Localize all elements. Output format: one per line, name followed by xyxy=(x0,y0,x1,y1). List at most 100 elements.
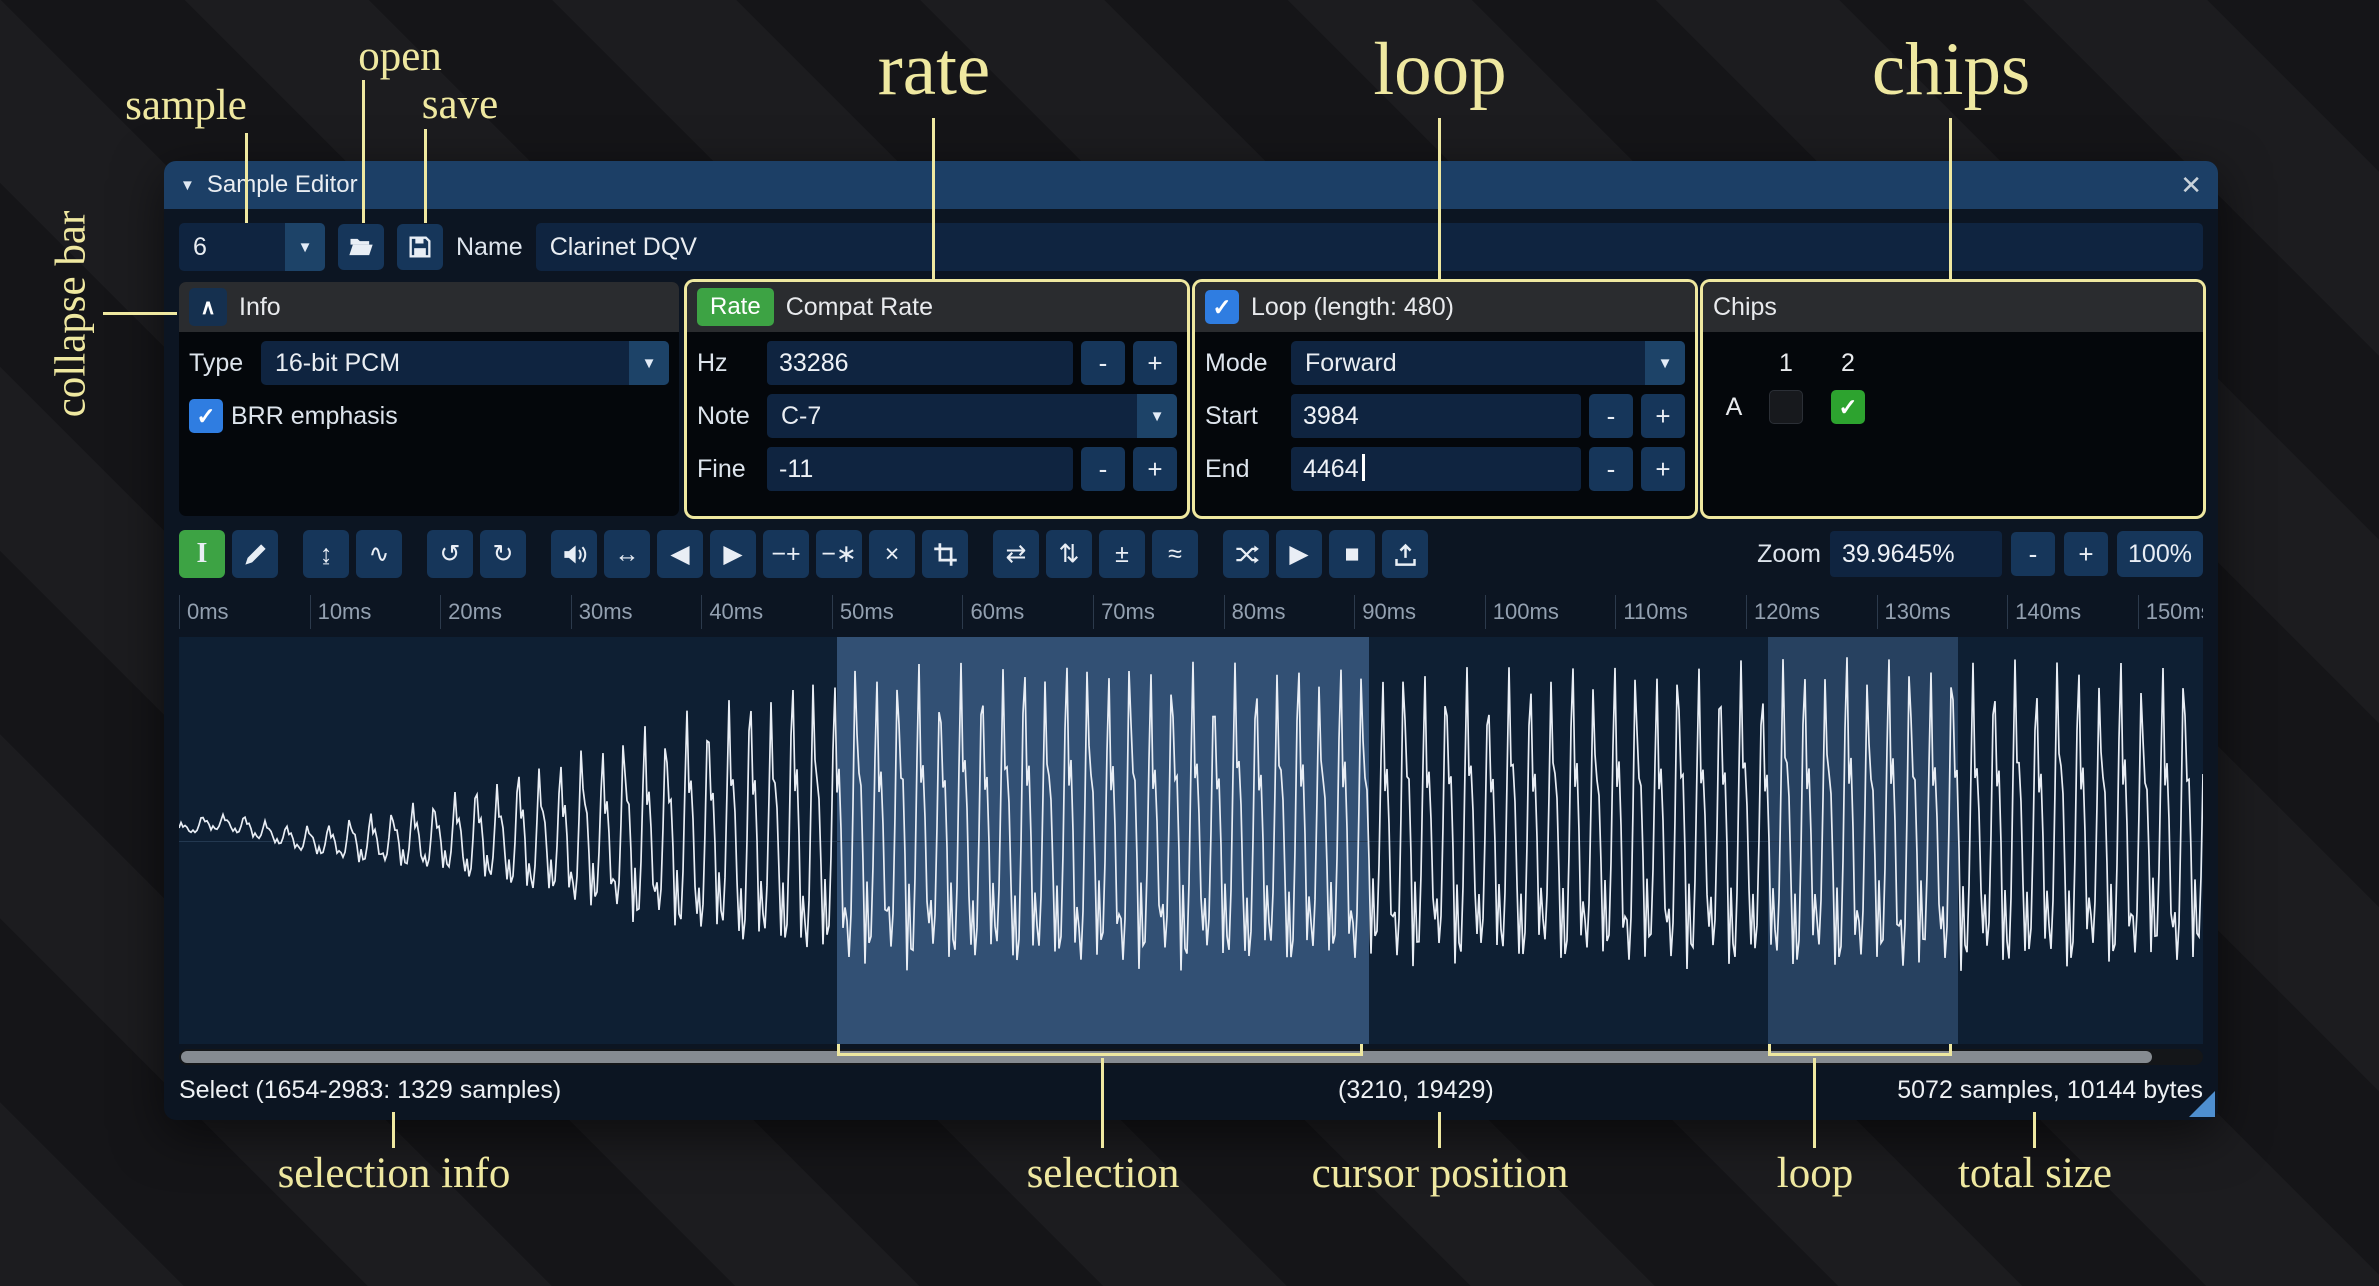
annotation-line-rate xyxy=(932,118,935,281)
ruler-tick-120ms: 120ms xyxy=(1746,595,1820,629)
info-section-title: Info xyxy=(239,293,281,322)
chip-a-1-checkbox[interactable] xyxy=(1769,390,1803,424)
hz-decrease-button[interactable]: - xyxy=(1081,341,1125,385)
annotation-open-label: open xyxy=(358,35,442,78)
zoom-input[interactable]: 39.9645% xyxy=(1830,531,2002,577)
waveform-display[interactable] xyxy=(179,637,2203,1044)
annotation-selection-label: selection xyxy=(1027,1152,1180,1195)
ruler-tick-70ms: 70ms xyxy=(1093,595,1155,629)
sample-toolbar: I↨∿↺↻↔◀▶−+−∗×⇄⇅±≈▶■ Zoom 39.9645% - + 10… xyxy=(179,528,2203,580)
chips-section-title: Chips xyxy=(1713,293,1777,322)
normalize-button[interactable]: ↔ xyxy=(604,530,650,578)
redo-button[interactable]: ↻ xyxy=(480,530,526,578)
annotation-cursor-position-label: cursor position xyxy=(1312,1152,1569,1195)
annotation-selection-bracket xyxy=(837,1044,1363,1056)
annotation-collapse-bar-label: collapse bar xyxy=(50,211,93,418)
loop-end-decrease-button[interactable]: - xyxy=(1589,447,1633,491)
annotation-loop-bottom-label: loop xyxy=(1777,1152,1853,1195)
insert-silence-button[interactable]: −+ xyxy=(763,530,809,578)
annotation-line-collapse-bar xyxy=(103,312,177,315)
sample-number-value: 6 xyxy=(179,223,285,271)
play-button[interactable]: ▶ xyxy=(1276,530,1322,578)
loop-start-input[interactable]: 3984 xyxy=(1291,394,1581,438)
loop-mode-select[interactable]: Forward ▼ xyxy=(1291,341,1685,385)
undo-icon: ↺ xyxy=(440,539,461,569)
edit-mode-button[interactable]: I xyxy=(179,530,225,578)
shuffle-icon xyxy=(1233,541,1260,568)
reverse-button[interactable]: ⇄ xyxy=(993,530,1039,578)
zoom-in-button[interactable]: + xyxy=(2064,532,2108,576)
time-ruler[interactable]: 0ms10ms20ms30ms40ms50ms60ms70ms80ms90ms1… xyxy=(179,590,2203,634)
annotation-loop-label: loop xyxy=(1373,32,1506,107)
annotation-loop-bracket xyxy=(1768,1044,1952,1056)
trim-button[interactable] xyxy=(922,530,968,578)
stop-button[interactable]: ■ xyxy=(1329,530,1375,578)
filter-button[interactable]: ≈ xyxy=(1152,530,1198,578)
ruler-tick-90ms: 90ms xyxy=(1354,595,1416,629)
selection-info-text: Select (1654-2983: 1329 samples) xyxy=(179,1076,561,1105)
fine-input[interactable]: -11 xyxy=(767,447,1073,491)
resample-icon: ∿ xyxy=(369,539,390,569)
hz-input[interactable]: 33286 xyxy=(767,341,1073,385)
check-icon: ✓ xyxy=(1838,394,1857,421)
annotation-chips-label: chips xyxy=(1872,32,2030,107)
note-select[interactable]: C-7 ▼ xyxy=(767,394,1177,438)
fade-out-button[interactable]: ▶ xyxy=(710,530,756,578)
check-icon: ✓ xyxy=(196,403,215,430)
amplify-button[interactable] xyxy=(551,530,597,578)
edit-mode-icon: I xyxy=(197,538,208,570)
zoom-out-button[interactable]: - xyxy=(2011,532,2055,576)
fine-increase-button[interactable]: + xyxy=(1133,447,1177,491)
delete-button[interactable]: × xyxy=(869,530,915,578)
ruler-tick-110ms: 110ms xyxy=(1615,595,1687,629)
loop-enable-checkbox[interactable]: ✓ xyxy=(1205,290,1239,324)
apply-silence-button[interactable]: −∗ xyxy=(816,530,862,578)
rate-badge[interactable]: Rate xyxy=(697,288,774,326)
brr-emphasis-checkbox[interactable]: ✓ xyxy=(189,399,223,433)
annotation-save-label: save xyxy=(422,83,498,126)
undo-button[interactable]: ↺ xyxy=(427,530,473,578)
window-resize-grip[interactable] xyxy=(2189,1091,2215,1117)
hz-increase-button[interactable]: + xyxy=(1133,341,1177,385)
chip-a-2-checkbox[interactable]: ✓ xyxy=(1831,390,1865,424)
zoom-reset-button[interactable]: 100% xyxy=(2117,531,2203,577)
loop-start-decrease-button[interactable]: - xyxy=(1589,394,1633,438)
sample-editor-window: ▼ Sample Editor ✕ 6 ▼ Name Clarinet DQV … xyxy=(164,161,2218,1120)
loop-mode-label: Mode xyxy=(1205,349,1283,378)
sample-number-select[interactable]: 6 ▼ xyxy=(179,223,325,271)
annotation-line-total-size xyxy=(2033,1112,2036,1148)
annotation-line-chips xyxy=(1949,118,1952,281)
fade-in-button[interactable]: ◀ xyxy=(657,530,703,578)
fine-decrease-button[interactable]: - xyxy=(1081,447,1125,491)
ruler-tick-150ms: 150ms xyxy=(2138,595,2203,629)
redo-icon: ↻ xyxy=(493,539,514,569)
loop-end-increase-button[interactable]: + xyxy=(1641,447,1685,491)
status-bar: Select (1654-2983: 1329 samples) (3210, … xyxy=(179,1067,2203,1113)
chevron-down-icon: ▼ xyxy=(1137,394,1177,438)
collapse-bar-button[interactable]: ∧ xyxy=(189,288,227,326)
hz-label: Hz xyxy=(697,349,759,378)
resample-button[interactable]: ∿ xyxy=(356,530,402,578)
close-icon[interactable]: ✕ xyxy=(2180,170,2202,201)
ruler-tick-60ms: 60ms xyxy=(962,595,1024,629)
resize-button[interactable]: ↨ xyxy=(303,530,349,578)
name-input[interactable]: Clarinet DQV xyxy=(536,223,2203,271)
resize-icon: ↨ xyxy=(320,540,333,569)
create-wavetable-button[interactable] xyxy=(1382,530,1428,578)
stop-icon: ■ xyxy=(1344,540,1359,569)
loop-end-input[interactable]: 4464 xyxy=(1291,447,1581,491)
loop-start-increase-button[interactable]: + xyxy=(1641,394,1685,438)
apply-silence-icon: −∗ xyxy=(821,539,857,569)
save-button[interactable] xyxy=(397,224,443,270)
draw-mode-button[interactable] xyxy=(232,530,278,578)
window-collapse-icon[interactable]: ▼ xyxy=(180,177,195,194)
sign-button[interactable]: ± xyxy=(1099,530,1145,578)
window-titlebar[interactable]: ▼ Sample Editor ✕ xyxy=(164,161,2218,209)
open-button[interactable] xyxy=(338,224,384,270)
filter-icon: ≈ xyxy=(1168,540,1182,569)
sample-type-select[interactable]: 16-bit PCM ▼ xyxy=(261,341,669,385)
invert-button[interactable]: ⇅ xyxy=(1046,530,1092,578)
annotation-rate-label: rate xyxy=(878,32,990,107)
preview-button[interactable] xyxy=(1223,530,1269,578)
fade-out-icon: ▶ xyxy=(723,539,742,569)
